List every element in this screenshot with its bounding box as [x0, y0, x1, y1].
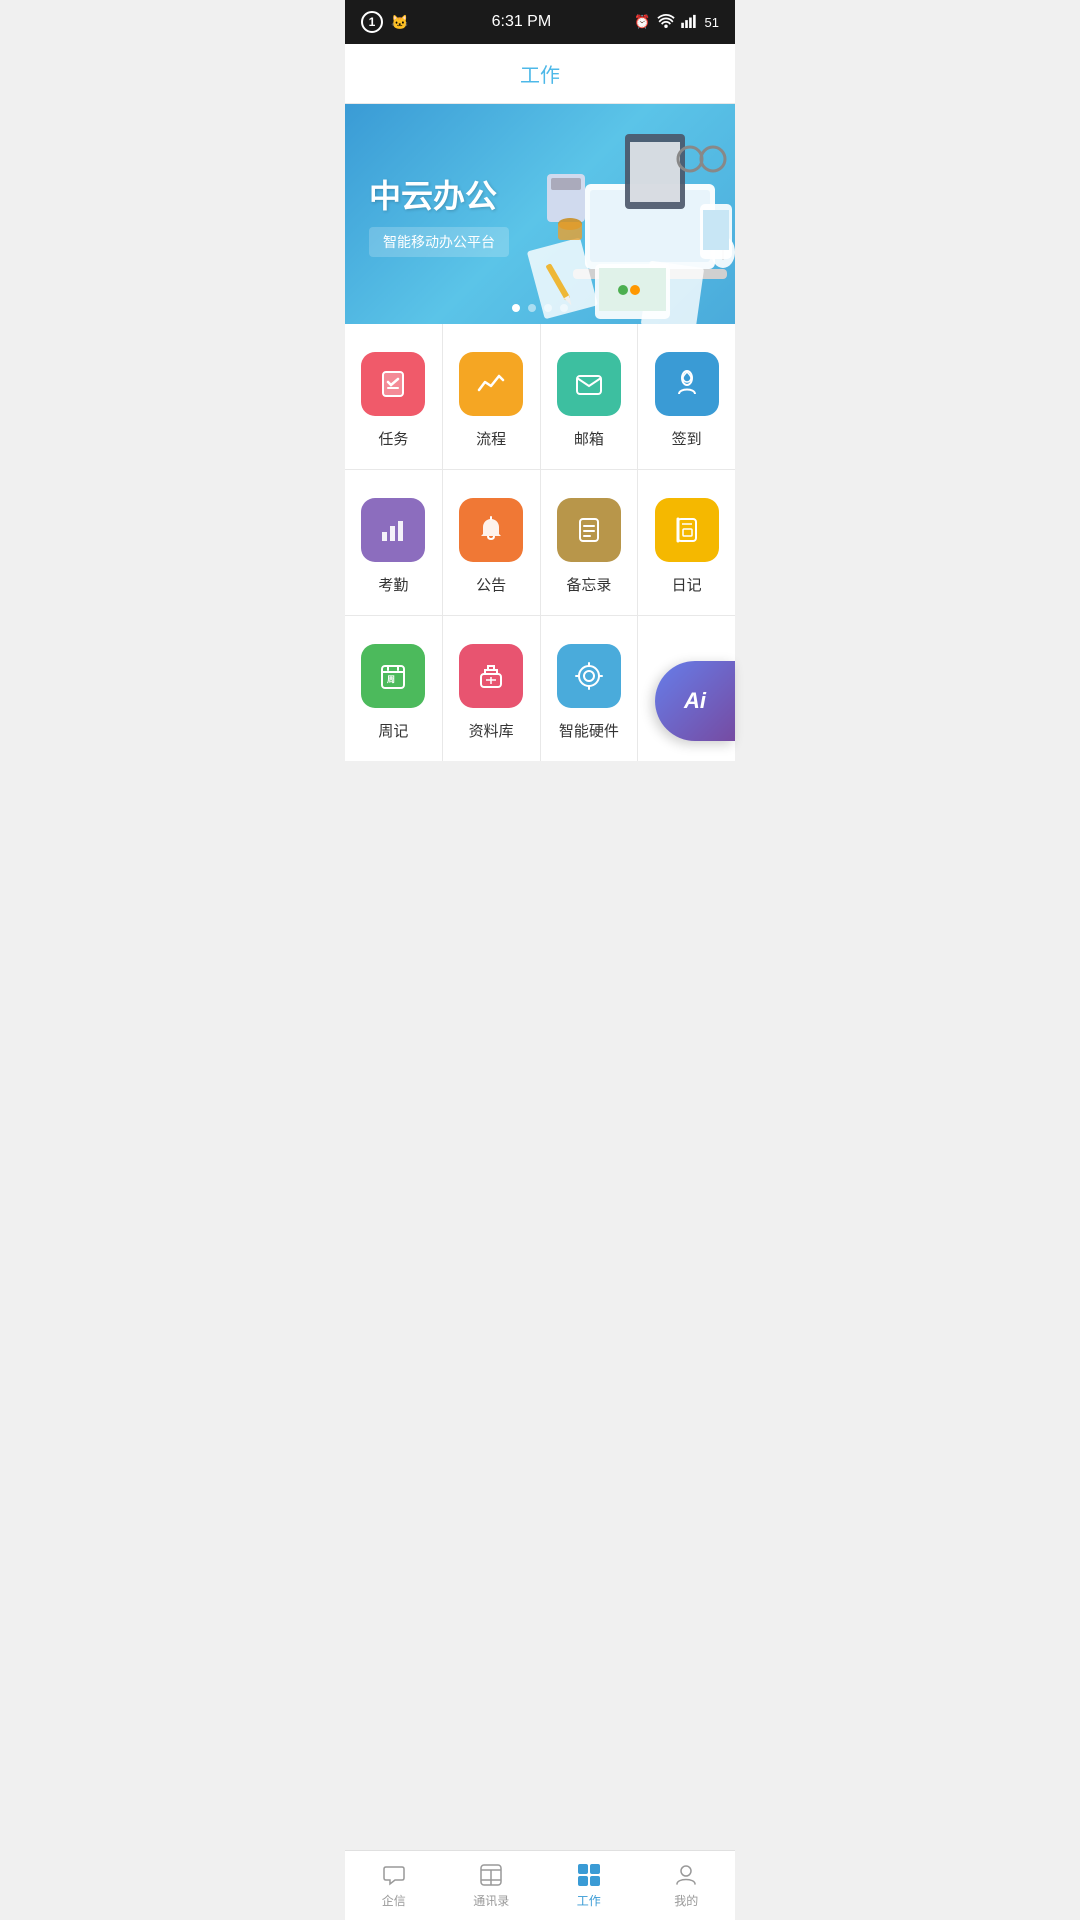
grid-item-diary[interactable]: 日记 [638, 470, 735, 615]
status-left: 1 🐱 [361, 11, 408, 33]
bottom-nav: 企信 通讯录 工作 我的 [345, 1850, 735, 1920]
nav-item-mine[interactable]: 我的 [638, 1851, 736, 1920]
grid-row-2: 考勤 公告 备忘录 日记 [345, 470, 735, 616]
memo-label: 备忘录 [566, 574, 611, 595]
banner-dots [512, 304, 568, 312]
grid-item-memo[interactable]: 备忘录 [541, 470, 639, 615]
memo-icon-box [557, 498, 621, 562]
work-icon [576, 1862, 602, 1888]
mine-icon [673, 1862, 699, 1888]
nav-label-chat: 企信 [382, 1892, 406, 1909]
cat-icon: 🐱 [391, 14, 408, 31]
status-time: 6:31 PM [492, 13, 552, 31]
alarm-icon: ⏰ [634, 14, 650, 30]
dot-1 [512, 304, 520, 312]
banner-text: 中云办公 智能移动办公平台 [369, 171, 509, 257]
grid-item-checkin[interactable]: 签到 [638, 324, 735, 469]
notice-label: 公告 [476, 574, 506, 595]
attendance-label: 考勤 [378, 574, 408, 595]
process-icon-box [459, 352, 523, 416]
ai-badge[interactable]: Ai [655, 661, 735, 741]
notice-icon-box [459, 498, 523, 562]
grid-item-attendance[interactable]: 考勤 [345, 470, 443, 615]
process-label: 流程 [476, 428, 506, 449]
mail-label: 邮箱 [574, 428, 604, 449]
checkin-icon-box [655, 352, 719, 416]
dot-4 [560, 304, 568, 312]
banner: 中云办公 智能移动办公平台 [345, 104, 735, 324]
extra-space [345, 761, 735, 941]
banner-title: 中云办公 [369, 171, 509, 217]
grid-item-weekly[interactable]: 周 周记 [345, 616, 443, 761]
status-right: ⏰ 51 [634, 14, 719, 31]
weekly-icon-box: 周 [361, 644, 425, 708]
wifi-icon [657, 14, 675, 31]
grid-item-notice[interactable]: 公告 [443, 470, 541, 615]
ai-label: Ai [684, 688, 706, 714]
banner-subtitle: 智能移动办公平台 [369, 227, 509, 257]
banner-illustration [505, 104, 735, 324]
dot-2 [528, 304, 536, 312]
grid-row-1: 任务 流程 邮箱 签到 [345, 324, 735, 470]
nav-item-chat[interactable]: 企信 [345, 1851, 443, 1920]
library-icon-box [459, 644, 523, 708]
notification-badge: 1 [361, 11, 383, 33]
grid-item-process[interactable]: 流程 [443, 324, 541, 469]
dot-3 [544, 304, 552, 312]
chat-icon [381, 1862, 407, 1888]
nav-label-mine: 我的 [674, 1892, 698, 1909]
page-header: 工作 [345, 44, 735, 104]
signal-icon [681, 14, 699, 31]
grid-item-mail[interactable]: 邮箱 [541, 324, 639, 469]
task-icon-box [361, 352, 425, 416]
attendance-icon-box [361, 498, 425, 562]
mail-icon-box [557, 352, 621, 416]
diary-label: 日记 [672, 574, 702, 595]
nav-label-contacts: 通讯录 [473, 1892, 509, 1909]
svg-text:周: 周 [387, 675, 395, 684]
task-label: 任务 [378, 428, 408, 449]
nav-item-work[interactable]: 工作 [540, 1851, 638, 1920]
nav-label-work: 工作 [577, 1892, 601, 1909]
library-label: 资料库 [469, 720, 514, 741]
checkin-label: 签到 [672, 428, 702, 449]
status-bar: 1 🐱 6:31 PM ⏰ 51 [345, 0, 735, 44]
grid-item-task[interactable]: 任务 [345, 324, 443, 469]
grid-item-hardware[interactable]: 智能硬件 [541, 616, 639, 761]
hardware-icon-box [557, 644, 621, 708]
page-title: 工作 [520, 59, 560, 88]
nav-item-contacts[interactable]: 通讯录 [443, 1851, 541, 1920]
weekly-label: 周记 [378, 720, 408, 741]
grid-item-library[interactable]: 资料库 [443, 616, 541, 761]
hardware-label: 智能硬件 [559, 720, 619, 741]
contacts-icon [478, 1862, 504, 1888]
battery-level: 51 [705, 15, 719, 30]
diary-icon-box [655, 498, 719, 562]
